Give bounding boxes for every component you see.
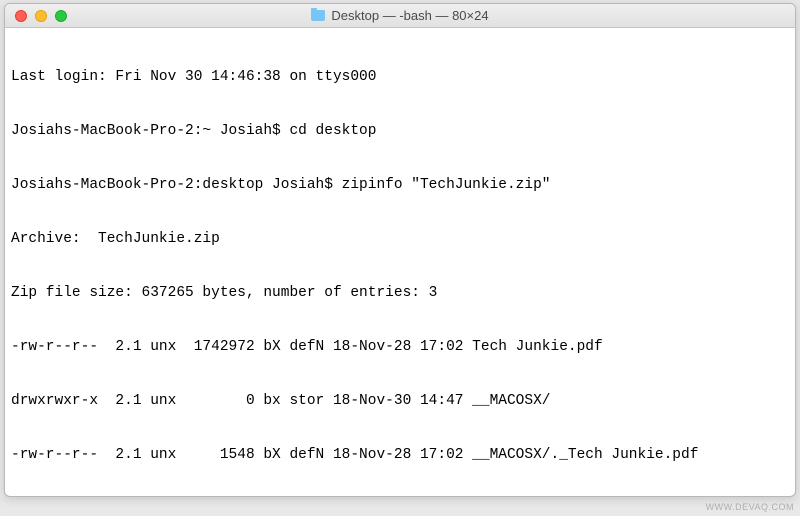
terminal-line: Josiahs-MacBook-Pro-2:~ Josiah$ cd deskt… [11,122,789,140]
maximize-button[interactable] [55,10,67,22]
close-button[interactable] [15,10,27,22]
folder-icon [311,10,325,21]
minimize-button[interactable] [35,10,47,22]
terminal-line: -rw-r--r-- 2.1 unx 1548 bX defN 18-Nov-2… [11,446,789,464]
terminal-line: Archive: TechJunkie.zip [11,230,789,248]
window-title: Desktop — -bash — 80×24 [331,8,488,23]
terminal-body[interactable]: Last login: Fri Nov 30 14:46:38 on ttys0… [5,28,795,496]
terminal-line: -rw-r--r-- 2.1 unx 1742972 bX defN 18-No… [11,338,789,356]
terminal-line: Zip file size: 637265 bytes, number of e… [11,284,789,302]
terminal-window: Desktop — -bash — 80×24 Last login: Fri … [4,3,796,497]
watermark: WWW.DEVAQ.COM [706,502,794,512]
terminal-line: Josiahs-MacBook-Pro-2:desktop Josiah$ zi… [11,176,789,194]
terminal-line: drwxrwxr-x 2.1 unx 0 bx stor 18-Nov-30 1… [11,392,789,410]
terminal-line: Last login: Fri Nov 30 14:46:38 on ttys0… [11,68,789,86]
titlebar[interactable]: Desktop — -bash — 80×24 [5,4,795,28]
traffic-lights [15,10,67,22]
title-group: Desktop — -bash — 80×24 [5,8,795,23]
